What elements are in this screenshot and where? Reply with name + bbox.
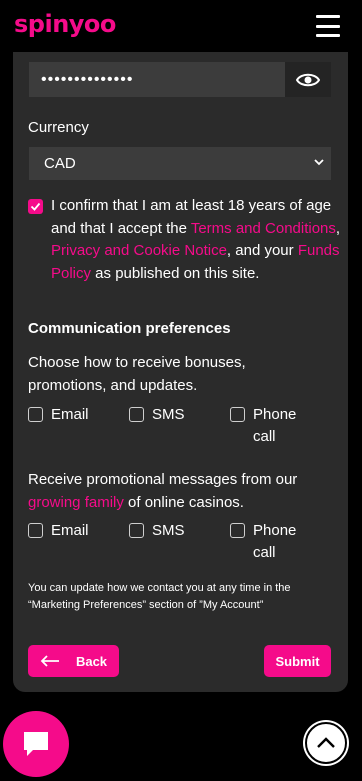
top-bar: spinyoo [0, 0, 362, 52]
check-icon [30, 202, 41, 211]
phone-option[interactable]: Phone call [230, 404, 300, 448]
confirm-text-4: as published on this site. [91, 264, 260, 282]
promo-text-2: of online casinos. [123, 493, 244, 511]
password-row: •••••••••••••• [29, 62, 331, 97]
chat-icon [24, 732, 48, 756]
promo-sms-checkbox[interactable] [129, 523, 144, 538]
confirm-text-2: , [335, 219, 341, 237]
arrow-left-icon [40, 655, 59, 667]
promo-email-checkbox[interactable] [28, 523, 43, 538]
promo-description: Receive promotional messages from our gr… [28, 469, 328, 514]
currency-select[interactable]: CAD [29, 147, 331, 180]
confirm-text-3: , and your [226, 242, 298, 259]
promo-phone-checkbox[interactable] [230, 523, 245, 538]
promo-phone-option[interactable]: Phone call [230, 520, 300, 564]
communication-heading: Communication preferences [28, 320, 231, 337]
communication-description: Choose how to receive bonuses, promotion… [28, 354, 246, 394]
promo-email-label: Email [51, 522, 89, 539]
email-label: Email [51, 406, 89, 423]
phone-checkbox[interactable] [230, 407, 245, 422]
promo-text-1: Receive promotional messages from our [28, 471, 298, 488]
promo-sms-option[interactable]: SMS [129, 520, 185, 542]
back-label: Back [75, 653, 108, 669]
chat-button[interactable] [3, 711, 69, 777]
chevron-down-icon [314, 159, 324, 166]
chevron-up-icon [317, 737, 335, 748]
marketing-footnote: You can update how we contact you at any… [28, 582, 291, 611]
back-button[interactable]: Back [28, 645, 119, 677]
spinyoo-logo[interactable]: spinyoo [14, 10, 116, 38]
age-confirm-checkbox[interactable] [28, 199, 43, 214]
growing-family-link[interactable]: growing family [28, 494, 124, 511]
sms-label: SMS [152, 406, 185, 423]
menu-icon[interactable] [316, 15, 340, 37]
password-input[interactable]: •••••••••••••• [29, 62, 285, 97]
promo-email-option[interactable]: Email [28, 520, 89, 542]
phone-label: Phone call [253, 406, 297, 445]
currency-value: CAD [44, 155, 76, 172]
eye-icon [296, 73, 320, 86]
submit-button[interactable]: Submit [264, 645, 331, 677]
promo-phone-label: Phone call [253, 522, 297, 561]
age-confirm-text: I confirm that I am at least 18 years of… [51, 195, 341, 285]
sms-option[interactable]: SMS [129, 404, 185, 426]
registration-panel: •••••••••••••• Currency CAD I confirm th… [13, 52, 348, 692]
terms-link[interactable]: Terms and Conditions [191, 220, 336, 237]
promo-sms-label: SMS [152, 522, 185, 539]
show-password-button[interactable] [285, 62, 331, 97]
email-checkbox[interactable] [28, 407, 43, 422]
sms-checkbox[interactable] [129, 407, 144, 422]
privacy-link[interactable]: Privacy and Cookie Notice [51, 242, 227, 259]
scroll-to-top-button[interactable] [303, 720, 349, 766]
scroll-to-top-ring [305, 722, 347, 764]
email-option[interactable]: Email [28, 404, 89, 426]
currency-label: Currency [28, 119, 89, 136]
submit-label: Submit [275, 653, 320, 669]
